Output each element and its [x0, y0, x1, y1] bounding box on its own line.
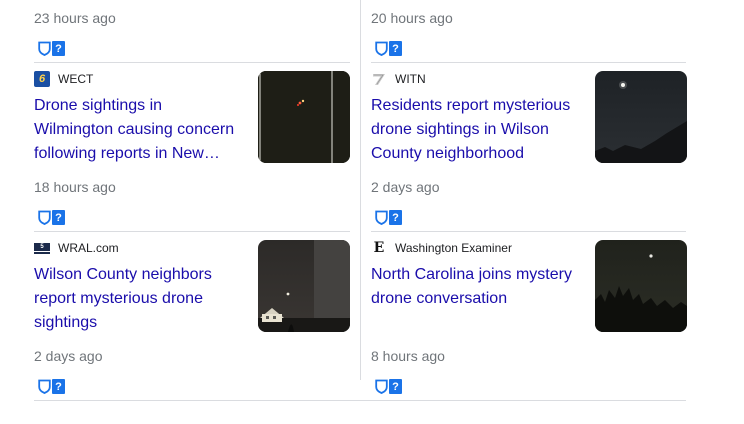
- shield-icon: [38, 210, 51, 225]
- source-badge[interactable]: ?: [375, 379, 402, 394]
- row-separator: [34, 231, 350, 232]
- timestamp: 2 days ago: [34, 348, 103, 364]
- source-badge[interactable]: ?: [38, 210, 65, 225]
- source-name: WRAL.com: [58, 241, 119, 255]
- source-badge[interactable]: ?: [375, 41, 402, 56]
- source-name: WITN: [395, 72, 426, 86]
- source-badge[interactable]: ?: [38, 41, 65, 56]
- shield-icon: [38, 41, 51, 56]
- article-headline[interactable]: Wilson County neighbors report mysteriou…: [34, 263, 244, 335]
- article-headline[interactable]: Residents report mysterious drone sighti…: [371, 94, 581, 166]
- question-icon: ?: [389, 41, 402, 56]
- article-thumbnail[interactable]: [595, 71, 687, 163]
- question-icon: ?: [52, 41, 65, 56]
- row-separator: [34, 62, 350, 63]
- source-name: WECT: [58, 72, 94, 86]
- article-source[interactable]: 5 WRAL.com: [34, 240, 119, 256]
- row-separator: [371, 62, 686, 63]
- article-thumbnail[interactable]: [258, 71, 350, 163]
- shield-icon: [375, 379, 388, 394]
- shield-icon: [375, 41, 388, 56]
- timestamp: 23 hours ago: [34, 10, 116, 26]
- timestamp: 20 hours ago: [371, 10, 453, 26]
- timestamp: 2 days ago: [371, 179, 440, 195]
- timestamp: 18 hours ago: [34, 179, 116, 195]
- night-sky-single-light: [595, 71, 687, 163]
- washington-examiner-logo: E: [373, 240, 385, 256]
- wral-logo: 5: [34, 240, 50, 256]
- article-source[interactable]: WITN: [371, 71, 426, 87]
- row-separator: [371, 231, 686, 232]
- shield-icon: [38, 379, 51, 394]
- article-source[interactable]: E Washington Examiner: [371, 240, 512, 256]
- timestamp: 8 hours ago: [371, 348, 445, 364]
- article-thumbnail[interactable]: [595, 240, 687, 332]
- article-source[interactable]: 6 WECT: [34, 71, 93, 87]
- question-icon: ?: [389, 379, 402, 394]
- source-badge[interactable]: ?: [375, 210, 402, 225]
- source-name: Washington Examiner: [395, 241, 512, 255]
- article-headline[interactable]: North Carolina joins mystery drone conve…: [371, 263, 581, 311]
- night-trees-drone: [595, 240, 687, 332]
- shield-icon: [375, 210, 388, 225]
- night-sky-drone-lights: [258, 71, 350, 163]
- witn-logo: [371, 71, 387, 87]
- article-thumbnail[interactable]: [258, 240, 350, 332]
- night-house-drone: [258, 240, 350, 332]
- source-badge[interactable]: ?: [38, 379, 65, 394]
- bottom-separator: [34, 400, 686, 401]
- column-divider: [360, 0, 361, 380]
- question-icon: ?: [52, 210, 65, 225]
- question-icon: ?: [389, 210, 402, 225]
- question-icon: ?: [52, 379, 65, 394]
- article-headline[interactable]: Drone sightings in Wilmington causing co…: [34, 94, 244, 166]
- wect-logo: 6: [34, 71, 50, 87]
